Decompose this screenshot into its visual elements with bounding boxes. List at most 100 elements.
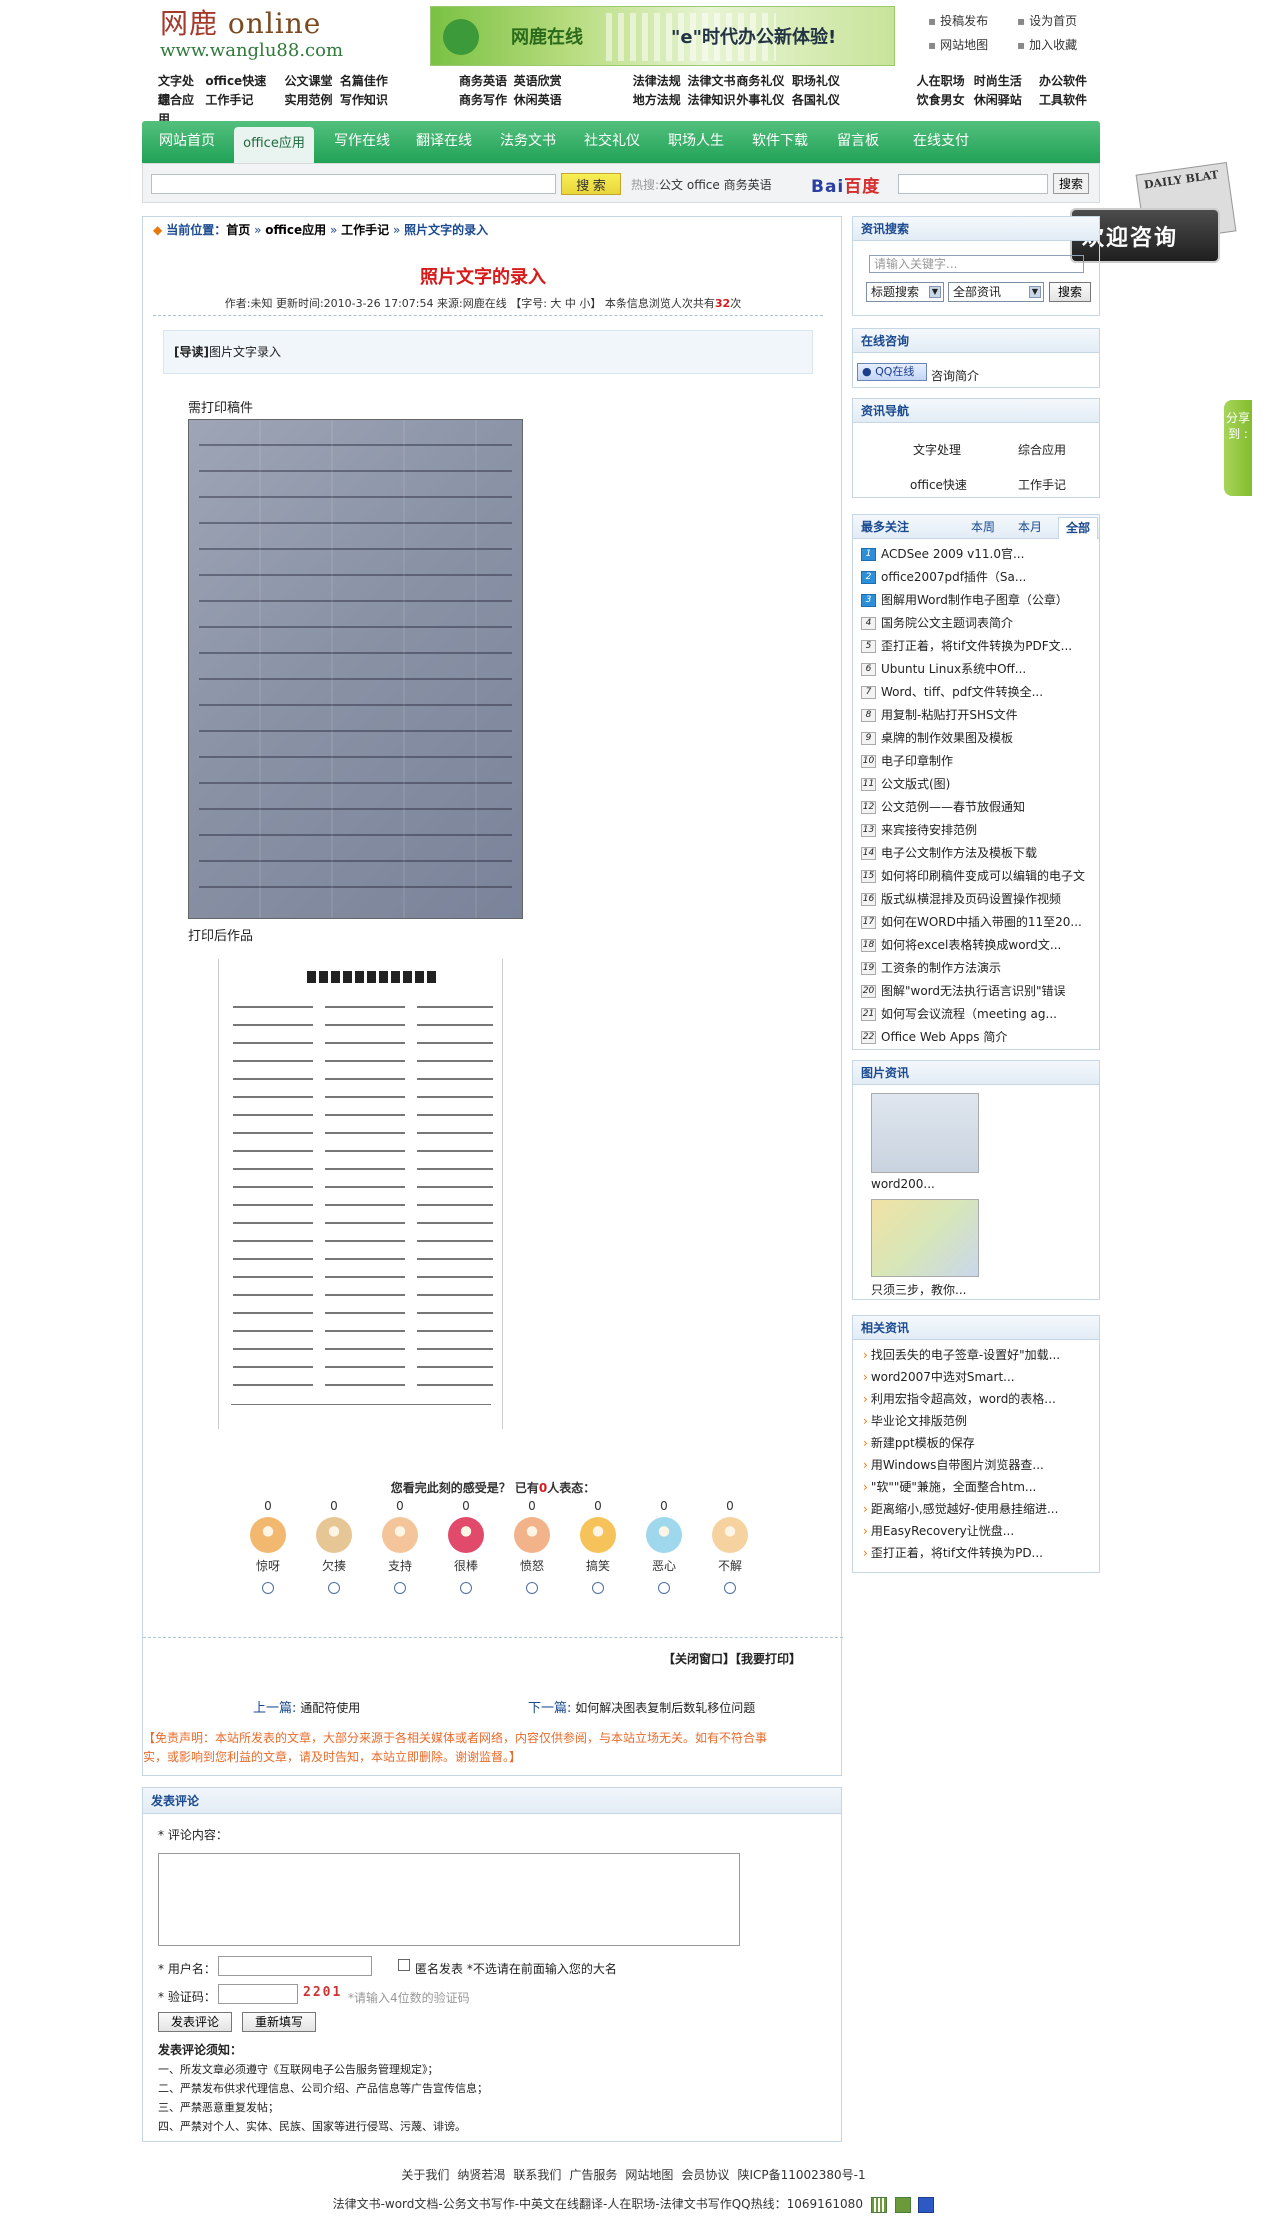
mood-radio[interactable] (592, 1582, 604, 1594)
related-item[interactable]: 新建ppt模板的保存 (863, 1432, 975, 1454)
breadcrumb-notes[interactable]: 工作手记 (341, 223, 389, 237)
cat-link[interactable]: 综合应用 (158, 91, 205, 126)
cat-link[interactable]: 工作手记 (205, 91, 284, 110)
header-banner[interactable]: 网鹿在线 "e"时代办公新体验! (430, 6, 895, 66)
footer-link[interactable]: 纳贤若渴 (457, 2168, 505, 2182)
nav-item-legal[interactable]: 法务文书 (488, 121, 568, 163)
nav-item-translate[interactable]: 翻译在线 (404, 121, 484, 163)
search-type-select[interactable]: 标题搜索 ▼ (866, 282, 944, 302)
guide-link[interactable]: 工作手记 (1018, 476, 1066, 493)
mood-option[interactable]: 0 搞笑 (568, 1499, 628, 1594)
tab-month[interactable]: 本月 (1018, 515, 1042, 539)
footer-link[interactable]: 广告服务 (569, 2168, 617, 2182)
footer-link[interactable]: 网站地图 (625, 2168, 673, 2182)
related-item[interactable]: 用EasyRecovery让恍盘... (863, 1520, 1014, 1542)
cat-link[interactable]: 名篇佳作 (340, 72, 459, 91)
popular-item[interactable]: 10 电子印章制作 (861, 750, 953, 773)
mood-option[interactable]: 0 不解 (700, 1499, 760, 1594)
sidebar-search-button[interactable]: 搜索 (1049, 282, 1091, 302)
guide-link[interactable]: 文字处理 (913, 441, 961, 458)
footer-link[interactable]: 陕ICP备11002380号-1 (737, 2168, 865, 2182)
popular-item[interactable]: 2 office2007pdf插件（Sa... (861, 566, 1026, 589)
popular-item[interactable]: 19 工资条的制作方法演示 (861, 957, 1001, 980)
popular-item[interactable]: 3 图解用Word制作电子图章（公章） (861, 589, 1068, 612)
cat-link[interactable]: 法律知识 (687, 91, 736, 110)
qq-online-button[interactable]: ● QQ在线 (857, 363, 927, 381)
cat-link[interactable]: 职场礼仪 (792, 72, 917, 91)
nav-item-writing[interactable]: 写作在线 (322, 121, 402, 163)
sidebar-search-input[interactable]: 请输入关键字... (869, 255, 1084, 273)
cat-link[interactable]: 商务礼仪 (736, 72, 791, 91)
site-search-button[interactable]: 搜 索 (561, 173, 621, 195)
related-item[interactable]: 距离缩小,感觉越好-使用悬挂缩进... (863, 1498, 1059, 1520)
top-link-homepage[interactable]: ▪ 设为首页 (1017, 12, 1077, 29)
breadcrumb-home[interactable]: 首页 (226, 223, 250, 237)
cat-link[interactable]: 写作知识 (340, 91, 459, 110)
mood-option[interactable]: 0 惊呀 (238, 1499, 298, 1594)
popular-item[interactable]: 15 如何将印刷稿件变成可以编辑的电子文 (861, 865, 1085, 888)
related-item[interactable]: 歪打正着，将tif文件转换为PD... (863, 1542, 1043, 1564)
anonymous-checkbox[interactable] (398, 1959, 410, 1971)
mood-radio[interactable] (460, 1582, 472, 1594)
mood-radio[interactable] (262, 1582, 274, 1594)
mood-radio[interactable] (658, 1582, 670, 1594)
related-item[interactable]: 用Windows自带图片浏览器查... (863, 1454, 1044, 1476)
top-link-submit[interactable]: ▪ 投稿发布 (928, 12, 988, 29)
popular-item[interactable]: 11 公文版式(图) (861, 773, 950, 796)
popular-item[interactable]: 4 国务院公文主题词表简介 (861, 612, 1013, 635)
next-article[interactable]: 下一篇: 如何解决图表复制后数轧移位问题 (528, 1697, 755, 1716)
mood-radio[interactable] (394, 1582, 406, 1594)
cat-link[interactable]: 休闲英语 (514, 91, 633, 110)
cat-link[interactable]: 法律文书 (687, 72, 736, 91)
share-tab[interactable]: 分享到 : (1224, 400, 1252, 496)
cat-link[interactable]: 人在职场 (917, 72, 974, 91)
tab-all[interactable]: 全部 (1058, 517, 1098, 539)
mood-option[interactable]: 0 很棒 (436, 1499, 496, 1594)
popular-item[interactable]: 22 Office Web Apps 简介 (861, 1026, 1007, 1049)
popular-item[interactable]: 21 如何写会议流程（meeting ag... (861, 1003, 1057, 1026)
comment-textarea[interactable] (158, 1853, 740, 1946)
popular-item[interactable]: 13 来宾接待安排范例 (861, 819, 977, 842)
guide-link[interactable]: office快速 (910, 476, 967, 493)
baidu-search-input[interactable] (898, 174, 1048, 194)
popular-item[interactable]: 12 公文范例——春节放假通知 (861, 796, 1025, 819)
close-print-links[interactable]: 【关闭窗口】【我要打印】 (663, 1650, 801, 1667)
popular-item[interactable]: 8 用复制-粘贴打开SHS文件 (861, 704, 1018, 727)
mood-option[interactable]: 0 欠揍 (304, 1499, 364, 1594)
popular-item[interactable]: 9 桌牌的制作效果图及模板 (861, 727, 1013, 750)
cat-link[interactable]: 法律法规 (633, 72, 688, 91)
breadcrumb-office[interactable]: office应用 (265, 223, 326, 237)
popular-item[interactable]: 17 如何在WORD中插入带圈的11至20... (861, 911, 1082, 934)
mood-radio[interactable] (328, 1582, 340, 1594)
cat-link[interactable]: 饮食男女 (917, 91, 974, 110)
related-item[interactable]: word2007中选对Smart... (863, 1366, 1015, 1388)
tab-week[interactable]: 本周 (971, 515, 995, 539)
submit-comment-button[interactable]: 发表评论 (158, 2012, 232, 2032)
cat-link[interactable]: 实用范例 (284, 91, 339, 110)
nav-item-etiquette[interactable]: 社交礼仪 (572, 121, 652, 163)
top-link-sitemap[interactable]: ▪ 网站地图 (928, 36, 988, 53)
cat-link[interactable]: 办公软件 (1039, 72, 1088, 91)
nav-item-guestbook[interactable]: 留言板 (822, 121, 894, 163)
reset-button[interactable]: 重新填写 (242, 2012, 316, 2032)
captcha-image[interactable]: 2201 (303, 1985, 342, 2000)
popular-item[interactable]: 6 Ubuntu Linux系统中Off... (861, 658, 1026, 681)
popular-item[interactable]: 18 如何将excel表格转换成word文... (861, 934, 1061, 957)
picture-caption-2[interactable]: 只须三步，教你... (871, 1281, 966, 1298)
mood-option[interactable]: 0 恶心 (634, 1499, 694, 1594)
footer-link[interactable]: 联系我们 (513, 2168, 561, 2182)
footer-link[interactable]: 关于我们 (401, 2168, 449, 2182)
cat-link[interactable]: 工具软件 (1039, 91, 1088, 110)
top-link-favorite[interactable]: ▪ 加入收藏 (1017, 36, 1077, 53)
site-logo[interactable]: 网鹿 online www.wanglu88.com (160, 8, 390, 66)
popular-item[interactable]: 1 ACDSee 2009 v11.0官... (861, 543, 1024, 566)
popular-item[interactable]: 16 版式纵横混排及页码设置操作视频 (861, 888, 1061, 911)
mood-radio[interactable] (724, 1582, 736, 1594)
captcha-input[interactable] (218, 1984, 298, 2004)
mood-option[interactable]: 0 支持 (370, 1499, 430, 1594)
trust-icon[interactable] (894, 2196, 911, 2213)
cat-link[interactable]: 外事礼仪 (736, 91, 791, 110)
popular-item[interactable]: 14 电子公文制作方法及模板下载 (861, 842, 1037, 865)
cat-link[interactable]: 时尚生活 (974, 72, 1039, 91)
consult-intro[interactable]: 咨询简介 (931, 367, 979, 384)
